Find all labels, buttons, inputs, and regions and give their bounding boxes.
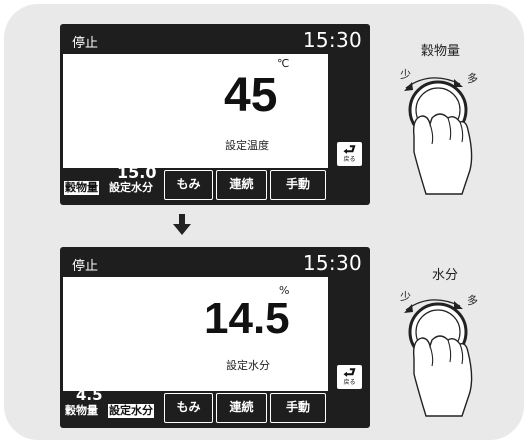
control-screen-temperature: 停止 15:30 ℃ 45 設定温度 ⮐ 戻る % 15.0 穀物量 設定水分 … bbox=[60, 24, 370, 205]
rotary-knob-icon[interactable] bbox=[392, 280, 492, 420]
return-arrow-icon: ⮐ bbox=[343, 365, 356, 381]
softkey-shudo[interactable]: 手動 bbox=[270, 170, 326, 200]
mode-tag-selected[interactable]: 穀物量 bbox=[64, 181, 99, 195]
main-label: 設定温度 bbox=[225, 139, 269, 152]
softkey-shudo[interactable]: 手動 bbox=[270, 393, 326, 423]
back-button[interactable]: ⮐ 戻る bbox=[337, 142, 362, 166]
down-arrow-icon bbox=[173, 214, 191, 235]
clock: 15:30 bbox=[302, 251, 362, 275]
info-value: 4.5 bbox=[76, 386, 103, 404]
main-value: 14.5 bbox=[204, 294, 290, 343]
back-button[interactable]: ⮐ 戻る bbox=[337, 365, 362, 389]
softkey-momi[interactable]: もみ bbox=[164, 393, 213, 423]
info-label: 設定水分 bbox=[109, 181, 153, 194]
softkey-renzoku[interactable]: 連続 bbox=[216, 170, 267, 200]
back-label: 戻る bbox=[343, 379, 356, 386]
main-value: 45 bbox=[224, 69, 278, 122]
info-label: 穀物量 bbox=[65, 404, 98, 417]
status-text: 停止 bbox=[72, 36, 99, 51]
rotary-knob-icon[interactable] bbox=[392, 58, 492, 198]
status-text: 停止 bbox=[72, 259, 99, 274]
main-display: % 14.5 設定水分 bbox=[63, 277, 328, 391]
main-label: 設定水分 bbox=[226, 359, 270, 372]
main-display: ℃ 45 設定温度 bbox=[63, 54, 328, 168]
main-unit: ℃ bbox=[277, 57, 290, 70]
info-value: 15.0 bbox=[117, 163, 157, 182]
return-arrow-icon: ⮐ bbox=[343, 142, 356, 158]
dial-title: 穀物量 bbox=[421, 44, 461, 59]
clock: 15:30 bbox=[302, 28, 362, 52]
back-label: 戻る bbox=[343, 156, 356, 163]
control-screen-moisture: 停止 15:30 % 14.5 設定水分 ⮐ 戻る 4.5 穀物量 設定水分 も… bbox=[60, 247, 370, 428]
softkey-renzoku[interactable]: 連続 bbox=[216, 393, 267, 423]
mode-tag-selected[interactable]: 設定水分 bbox=[108, 404, 154, 418]
softkey-momi[interactable]: もみ bbox=[164, 170, 213, 200]
